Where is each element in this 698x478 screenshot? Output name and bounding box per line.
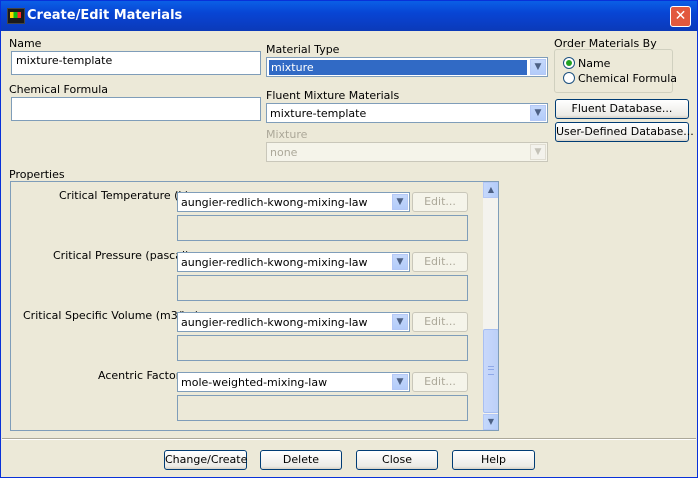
property-value-area xyxy=(177,275,468,301)
window-title: Create/Edit Materials xyxy=(27,8,183,23)
delete-button[interactable]: Delete xyxy=(260,450,342,470)
fluent-mixture-materials-dropdown[interactable]: mixture-template ▼ xyxy=(266,103,548,123)
property-method-value: aungier-redlich-kwong-mixing-law xyxy=(181,196,368,209)
order-by-chemical-formula-label: Chemical Formula xyxy=(578,72,678,85)
property-edit-button: Edit... xyxy=(412,252,468,272)
title-bar[interactable]: Create/Edit Materials ✕ xyxy=(1,1,697,31)
property-method-dropdown[interactable]: aungier-redlich-kwong-mixing-law ▼ xyxy=(177,312,410,332)
chevron-down-icon[interactable]: ▼ xyxy=(392,254,408,270)
app-icon xyxy=(7,8,25,24)
mixture-dropdown: none ▼ xyxy=(266,142,548,162)
material-type-value: mixture xyxy=(269,60,527,75)
close-window-icon[interactable]: ✕ xyxy=(670,6,691,27)
chevron-down-icon[interactable]: ▼ xyxy=(530,59,546,75)
change-create-button[interactable]: Change/Create xyxy=(164,450,247,470)
material-type-dropdown[interactable]: mixture ▼ xyxy=(266,57,548,77)
chemical-formula-label: Chemical Formula xyxy=(9,83,109,96)
property-method-dropdown[interactable]: aungier-redlich-kwong-mixing-law ▼ xyxy=(177,252,410,272)
scroll-up-icon[interactable]: ▲ xyxy=(483,182,498,198)
close-button[interactable]: Close xyxy=(356,450,438,470)
property-value-area xyxy=(177,395,468,421)
property-method-dropdown[interactable]: mole-weighted-mixing-law ▼ xyxy=(177,372,410,392)
mixture-label: Mixture xyxy=(266,128,308,141)
property-method-dropdown[interactable]: aungier-redlich-kwong-mixing-law ▼ xyxy=(177,192,410,212)
order-by-name-label: Name xyxy=(578,57,611,70)
help-button[interactable]: Help xyxy=(452,450,535,470)
property-value-area xyxy=(177,215,468,241)
fluent-database-button[interactable]: Fluent Database... xyxy=(555,99,689,119)
mixture-value: none xyxy=(270,146,298,159)
property-label: Critical Temperature (k) xyxy=(59,189,190,202)
properties-panel: Critical Temperature (k) aungier-redlich… xyxy=(10,181,499,431)
chevron-down-icon[interactable]: ▼ xyxy=(530,105,546,121)
property-label: Critical Specific Volume (m3/kg) xyxy=(23,309,200,322)
property-method-value: aungier-redlich-kwong-mixing-law xyxy=(181,316,368,329)
order-by-group xyxy=(554,49,673,93)
property-method-value: mole-weighted-mixing-law xyxy=(181,376,328,389)
properties-scrollbar[interactable]: ▲ ▼ xyxy=(483,182,498,430)
fluent-mixture-materials-value: mixture-template xyxy=(270,107,367,120)
create-edit-materials-window: Create/Edit Materials ✕ Name mixture-tem… xyxy=(0,0,698,478)
property-label: Acentric Factor xyxy=(98,369,181,382)
chevron-down-icon: ▼ xyxy=(530,144,546,160)
chevron-down-icon[interactable]: ▼ xyxy=(392,194,408,210)
chemical-formula-field[interactable] xyxy=(11,97,261,121)
property-value-area xyxy=(177,335,468,361)
material-type-label: Material Type xyxy=(266,43,340,56)
property-edit-button: Edit... xyxy=(412,372,468,392)
radio-button[interactable] xyxy=(563,57,575,69)
name-label: Name xyxy=(9,37,42,50)
property-edit-button: Edit... xyxy=(412,312,468,332)
property-edit-button: Edit... xyxy=(412,192,468,212)
fluent-mixture-materials-label: Fluent Mixture Materials xyxy=(266,89,400,102)
separator xyxy=(2,438,696,440)
name-field[interactable]: mixture-template xyxy=(11,51,261,75)
user-defined-database-button[interactable]: User-Defined Database... xyxy=(555,122,694,142)
radio-button[interactable] xyxy=(563,72,575,84)
scroll-thumb[interactable] xyxy=(483,329,498,413)
property-method-value: aungier-redlich-kwong-mixing-law xyxy=(181,256,368,269)
property-label: Critical Pressure (pascal) xyxy=(53,249,190,262)
chevron-down-icon[interactable]: ▼ xyxy=(392,374,408,390)
chevron-down-icon[interactable]: ▼ xyxy=(392,314,408,330)
scroll-down-icon[interactable]: ▼ xyxy=(483,414,498,430)
properties-label: Properties xyxy=(9,168,65,181)
